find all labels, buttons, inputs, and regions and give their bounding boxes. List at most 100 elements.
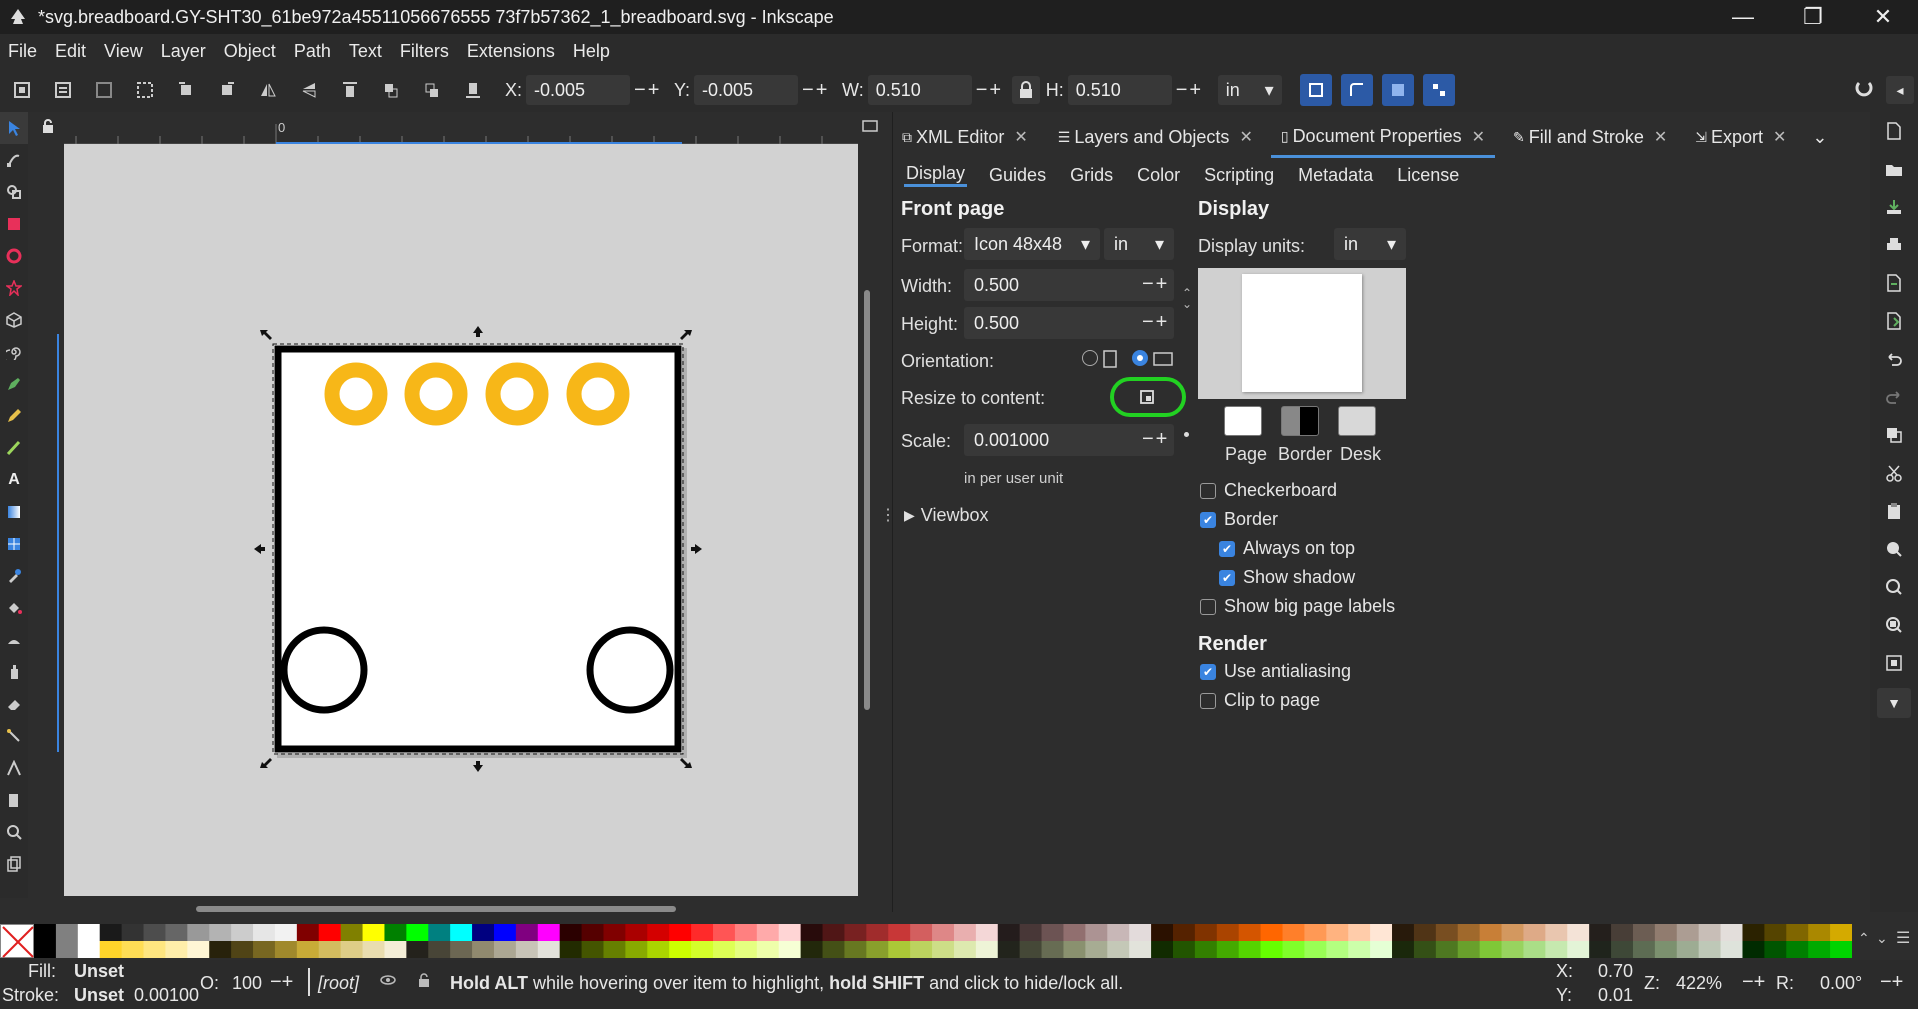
palette-swatch[interactable]: [1720, 924, 1743, 941]
palette-swatch[interactable]: [1063, 924, 1086, 941]
palette-swatch[interactable]: [1129, 941, 1152, 958]
palette-swatch[interactable]: [1676, 924, 1700, 941]
paint-bucket-icon[interactable]: [0, 592, 28, 624]
border-color-swatch[interactable]: [1281, 406, 1319, 436]
palette-swatch[interactable]: [1654, 941, 1678, 958]
palette-swatch[interactable]: [800, 941, 824, 958]
palette-swatch[interactable]: [603, 941, 626, 958]
palette-swatch[interactable]: [121, 924, 145, 941]
palette-swatch[interactable]: [1523, 924, 1546, 941]
palette-swatch[interactable]: [1589, 941, 1612, 958]
palette-swatch[interactable]: [1129, 924, 1152, 941]
selector-tool-icon[interactable]: [0, 112, 28, 144]
palette-swatch[interactable]: [1698, 924, 1722, 941]
layer-visibility-icon[interactable]: [380, 972, 396, 993]
palette-swatch[interactable]: [253, 941, 276, 958]
display-units-select[interactable]: in ▾: [1334, 228, 1406, 260]
palette-scroll-down-icon[interactable]: ⌄: [1876, 930, 1888, 947]
palette-menu-icon[interactable]: ☰: [1896, 928, 1910, 948]
palette-swatch[interactable]: [1501, 941, 1524, 958]
palette-swatch[interactable]: [1611, 941, 1634, 958]
rotate-ccw-icon[interactable]: [172, 76, 200, 104]
link-dimensions-icon[interactable]: ⌃ ⌄: [1182, 287, 1192, 310]
palette-swatch[interactable]: [1216, 924, 1240, 941]
close-tab-icon[interactable]: ✕: [1014, 127, 1027, 147]
palette-swatch[interactable]: [34, 924, 57, 958]
palette-swatch[interactable]: [450, 924, 473, 941]
palette-swatch[interactable]: [1764, 924, 1787, 941]
palette-swatch[interactable]: [888, 941, 911, 958]
snap-menu-icon[interactable]: ◂: [1886, 76, 1914, 104]
current-layer[interactable]: [root]: [318, 973, 359, 994]
palette-swatch[interactable]: [231, 924, 254, 941]
close-tab-icon[interactable]: ✕: [1239, 127, 1252, 147]
star-tool-icon[interactable]: [0, 272, 28, 304]
horizontal-scrollbar[interactable]: [196, 906, 676, 912]
palette-swatch[interactable]: [581, 941, 604, 958]
palette-swatch[interactable]: [1260, 941, 1284, 958]
palette-swatch[interactable]: [1348, 924, 1371, 941]
palette-swatch[interactable]: [559, 941, 583, 958]
palette-swatch[interactable]: [647, 941, 670, 958]
palette-swatch[interactable]: [1720, 941, 1743, 958]
palette-swatch[interactable]: [975, 924, 999, 941]
dropper-tool-icon[interactable]: [0, 560, 28, 592]
palette-swatch[interactable]: [1107, 924, 1130, 941]
print-icon[interactable]: [1870, 226, 1918, 264]
3d-box-tool-icon[interactable]: [0, 304, 28, 336]
close-tab-icon[interactable]: ✕: [1654, 127, 1667, 147]
palette-swatch[interactable]: [1085, 941, 1108, 958]
save-document-icon[interactable]: [1870, 188, 1918, 226]
palette-swatch[interactable]: [778, 924, 802, 941]
tab-document-properties[interactable]: ▯ Document Properties ✕: [1270, 118, 1496, 158]
height-input[interactable]: 0.510: [1067, 75, 1172, 105]
palette-swatch[interactable]: [1632, 941, 1656, 958]
palette-swatch[interactable]: [1238, 941, 1262, 958]
no-paint-swatch[interactable]: [0, 924, 34, 958]
palette-swatch[interactable]: [1611, 924, 1634, 941]
palette-swatch[interactable]: [822, 941, 845, 958]
palette-swatch[interactable]: [1304, 941, 1327, 958]
display-mode-icon[interactable]: [862, 118, 882, 136]
x-stepper[interactable]: −+: [634, 79, 668, 102]
palette-swatch[interactable]: [1808, 924, 1831, 941]
palette-swatch[interactable]: [165, 924, 188, 941]
palette-swatch[interactable]: [713, 941, 736, 958]
zoom-center-page-icon[interactable]: [1870, 644, 1918, 682]
lock-guides-icon[interactable]: [40, 118, 60, 138]
lpe-tool-icon[interactable]: [0, 752, 28, 784]
y-input[interactable]: -0.005: [694, 75, 799, 105]
palette-swatch[interactable]: [1830, 941, 1852, 958]
pages-tool-icon[interactable]: [0, 848, 28, 880]
unit-select[interactable]: in ▾: [1217, 75, 1282, 105]
palette-swatch[interactable]: [1742, 924, 1765, 941]
palette-swatch[interactable]: [274, 924, 298, 941]
palette-swatch[interactable]: [1479, 924, 1503, 941]
stroke-width-value[interactable]: 0.00100: [134, 985, 199, 1006]
width-stepper[interactable]: −+: [976, 79, 1010, 102]
tweak-tool-icon[interactable]: [0, 624, 28, 656]
copy-icon[interactable]: [1870, 416, 1918, 454]
palette-swatch[interactable]: [406, 941, 429, 958]
lock-ratio-icon[interactable]: [1011, 76, 1040, 104]
palette-swatch[interactable]: [1238, 924, 1262, 941]
palette-swatch[interactable]: [559, 924, 583, 941]
shape-builder-icon[interactable]: [0, 176, 28, 208]
palette-swatch[interactable]: [1260, 924, 1284, 941]
palette-swatch[interactable]: [1216, 941, 1240, 958]
new-document-icon[interactable]: [1870, 112, 1918, 150]
palette-swatch[interactable]: [143, 941, 166, 958]
palette-swatch[interactable]: [362, 941, 385, 958]
palette-swatch[interactable]: [1786, 941, 1809, 958]
subtab-scripting[interactable]: Scripting: [1202, 165, 1276, 186]
subtab-license[interactable]: License: [1395, 165, 1461, 186]
paste-icon[interactable]: [1870, 492, 1918, 530]
palette-swatch[interactable]: [296, 941, 320, 958]
palette-swatch[interactable]: [1107, 941, 1130, 958]
palette-swatch[interactable]: [384, 924, 407, 941]
tab-layers-objects[interactable]: ☰ Layers and Objects ✕: [1048, 118, 1263, 158]
menu-layer[interactable]: Layer: [161, 41, 206, 62]
palette-swatch[interactable]: [99, 941, 123, 958]
palette-swatch[interactable]: [691, 924, 714, 941]
palette-swatch[interactable]: [1435, 941, 1459, 958]
